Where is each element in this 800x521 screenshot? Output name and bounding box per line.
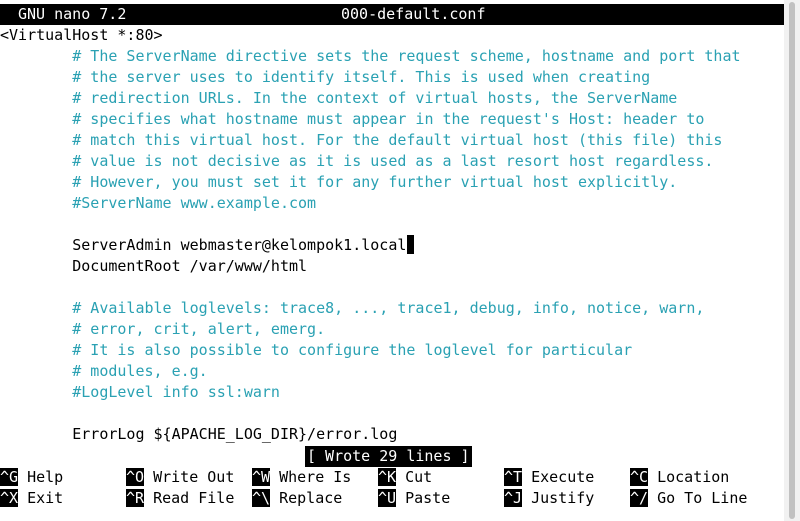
- shortcut-key: ^/: [630, 489, 649, 507]
- code-line[interactable]: <VirtualHost *:80>: [0, 25, 163, 46]
- scrollbar-thumb[interactable]: [789, 2, 795, 519]
- shortcut-label: Execute: [531, 468, 595, 486]
- comment-line[interactable]: #LogLevel info ssl:warn: [0, 382, 280, 403]
- shortcut-key: ^R: [126, 489, 145, 507]
- line-text: # The ServerName directive sets the requ…: [0, 47, 741, 65]
- line-text: #LogLevel info ssl:warn: [0, 383, 280, 401]
- shortcut-read-file[interactable]: ^R Read File: [126, 488, 234, 509]
- line-text: # redirection URLs. In the context of vi…: [0, 89, 678, 107]
- shortcut-exit[interactable]: ^X Exit: [0, 488, 63, 509]
- shortcut-label: Go To Line: [657, 489, 748, 507]
- shortcut-key: ^K: [378, 468, 397, 486]
- shortcut-label: Read File: [153, 489, 235, 507]
- shortcut-write-out[interactable]: ^O Write Out: [126, 467, 234, 488]
- code-line[interactable]: DocumentRoot /var/www/html: [0, 256, 307, 277]
- shortcut-key: ^W: [252, 468, 271, 486]
- code-line[interactable]: ErrorLog ${APACHE_LOG_DIR}/error.log: [0, 424, 397, 445]
- line-text: # value is not decisive as it is used as…: [0, 152, 714, 170]
- comment-line[interactable]: # However, you must set it for any furth…: [0, 172, 677, 193]
- comment-line[interactable]: # error, crit, alert, emerg.: [0, 319, 325, 340]
- line-text: # Available loglevels: trace8, ..., trac…: [0, 299, 705, 317]
- shortcut-label: Justify: [531, 489, 595, 507]
- comment-line[interactable]: #ServerName www.example.com: [0, 193, 316, 214]
- shortcut-key: ^X: [0, 489, 19, 507]
- shortcut-label: Paste: [405, 489, 451, 507]
- shortcut-key: ^J: [504, 489, 523, 507]
- line-text: #ServerName www.example.com: [0, 194, 317, 212]
- line-text: # It is also possible to configure the l…: [0, 341, 633, 359]
- shortcut-key: ^O: [126, 468, 145, 486]
- shortcut-label: Write Out: [153, 468, 235, 486]
- shortcut-label: Where Is: [279, 468, 352, 486]
- shortcut-key: ^U: [378, 489, 397, 507]
- line-text: # modules, e.g.: [0, 362, 208, 380]
- shortcut-label: Cut: [405, 468, 433, 486]
- status-message: [ Wrote 29 lines ]: [305, 446, 472, 467]
- shortcut-justify[interactable]: ^J Justify: [504, 488, 594, 509]
- text-cursor: [407, 235, 415, 254]
- comment-line[interactable]: # the server uses to identify itself. Th…: [0, 67, 650, 88]
- line-text: ErrorLog ${APACHE_LOG_DIR}/error.log: [0, 425, 398, 443]
- comment-line[interactable]: # value is not decisive as it is used as…: [0, 151, 713, 172]
- comment-line[interactable]: # redirection URLs. In the context of vi…: [0, 88, 677, 109]
- code-line[interactable]: ServerAdmin webmaster@kelompok1.local: [0, 235, 415, 256]
- line-text: <VirtualHost *:80>: [0, 26, 163, 44]
- shortcut-key: ^G: [0, 468, 19, 486]
- line-text: # match this virtual host. For the defau…: [0, 131, 723, 149]
- comment-line[interactable]: # The ServerName directive sets the requ…: [0, 46, 741, 67]
- shortcut-cut[interactable]: ^K Cut: [378, 467, 432, 488]
- shortcut-label: Replace: [279, 489, 343, 507]
- shortcut-go-to-line[interactable]: ^/ Go To Line: [630, 488, 747, 509]
- scrollbar[interactable]: [784, 0, 800, 521]
- title-bar: GNU nano 7.2 000-default.conf: [0, 4, 784, 25]
- shortcut-label: Exit: [27, 489, 64, 507]
- line-text: # the server uses to identify itself. Th…: [0, 68, 651, 86]
- app-name: GNU nano 7.2: [18, 5, 127, 23]
- comment-line[interactable]: # match this virtual host. For the defau…: [0, 130, 722, 151]
- comment-line[interactable]: # Available loglevels: trace8, ..., trac…: [0, 298, 704, 319]
- comment-line[interactable]: # specifies what hostname must appear in…: [0, 109, 704, 130]
- shortcut-key: ^T: [504, 468, 523, 486]
- shortcut-label: Help: [27, 468, 64, 486]
- shortcut-where-is[interactable]: ^W Where Is: [252, 467, 351, 488]
- shortcut-paste[interactable]: ^U Paste: [378, 488, 450, 509]
- file-name: 000-default.conf: [341, 5, 486, 23]
- shortcut-location[interactable]: ^C Location: [630, 467, 729, 488]
- shortcut-label: Location: [657, 468, 730, 486]
- shortcut-key: ^\: [252, 489, 271, 507]
- nano-terminal[interactable]: GNU nano 7.2 000-default.conf <VirtualHo…: [0, 0, 784, 521]
- shortcut-help[interactable]: ^G Help: [0, 467, 63, 488]
- line-text: # specifies what hostname must appear in…: [0, 110, 705, 128]
- shortcut-execute[interactable]: ^T Execute: [504, 467, 594, 488]
- shortcut-key: ^C: [630, 468, 649, 486]
- line-text: # However, you must set it for any furth…: [0, 173, 678, 191]
- shortcut-replace[interactable]: ^\ Replace: [252, 488, 342, 509]
- line-text: # error, crit, alert, emerg.: [0, 320, 326, 338]
- line-text: DocumentRoot /var/www/html: [0, 257, 308, 275]
- comment-line[interactable]: # modules, e.g.: [0, 361, 208, 382]
- comment-line[interactable]: # It is also possible to configure the l…: [0, 340, 632, 361]
- line-text: ServerAdmin webmaster@kelompok1.local: [0, 236, 407, 254]
